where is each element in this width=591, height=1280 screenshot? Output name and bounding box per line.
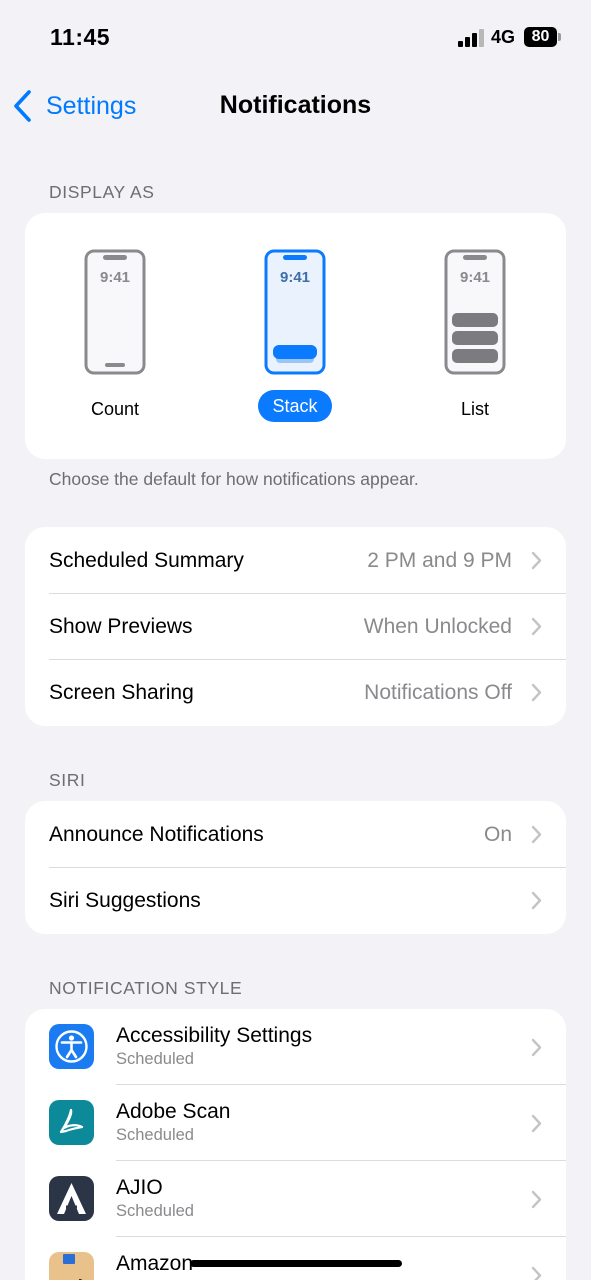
phone-count-icon: 9:41 <box>84 249 146 375</box>
network-type: 4G <box>491 27 516 47</box>
chevron-right-icon <box>531 825 542 844</box>
chevron-right-icon <box>531 1190 542 1209</box>
home-indicator[interactable] <box>190 1260 402 1267</box>
notification-style-header: NOTIFICATION STYLE <box>49 978 243 998</box>
general-settings-card: Scheduled Summary 2 PM and 9 PM Show Pre… <box>25 527 566 726</box>
announce-notifications-row[interactable]: Announce Notifications On <box>25 801 566 868</box>
chevron-right-icon <box>531 617 542 636</box>
ajio-icon <box>49 1176 94 1221</box>
app-subtitle: Scheduled <box>116 1202 194 1220</box>
row-label: Screen Sharing <box>49 681 194 704</box>
row-value: Notifications Off <box>364 681 512 704</box>
row-label: Siri Suggestions <box>49 889 201 912</box>
row-label: Show Previews <box>49 615 193 638</box>
row-value: When Unlocked <box>363 615 512 638</box>
status-time: 11:45 <box>50 24 111 50</box>
display-as-footer: Choose the default for how notifications… <box>49 469 419 489</box>
app-name: Amazon <box>116 1252 194 1275</box>
row-label: Announce Notifications <box>49 823 264 846</box>
app-name: Adobe Scan <box>116 1100 231 1123</box>
battery-cap <box>558 33 561 41</box>
display-as-card: 9:41 Count 9:41 Stack 9:41 List <box>25 213 566 459</box>
stack-clock: 9:41 <box>280 269 310 286</box>
adobe-scan-icon <box>49 1100 94 1145</box>
row-label: Scheduled Summary <box>49 549 244 572</box>
siri-card: Announce Notifications On Siri Suggestio… <box>25 801 566 934</box>
display-option-stack[interactable]: 9:41 Stack <box>245 249 345 422</box>
chevron-right-icon <box>531 683 542 702</box>
screen-sharing-row[interactable]: Screen Sharing Notifications Off <box>25 659 566 726</box>
app-subtitle: Scheduled <box>116 1050 194 1068</box>
list-clock: 9:41 <box>460 269 490 286</box>
app-name: Accessibility Settings <box>116 1024 313 1047</box>
amazon-icon <box>49 1252 94 1280</box>
phone-stack-icon: 9:41 <box>264 249 326 375</box>
display-option-list[interactable]: 9:41 List <box>425 249 525 425</box>
chevron-right-icon <box>531 1266 542 1280</box>
chevron-right-icon <box>531 551 542 570</box>
list-label: List <box>460 399 489 419</box>
app-row-amazon[interactable]: Amazon <box>25 1237 566 1280</box>
navigation-bar: Settings Notifications <box>0 76 591 136</box>
notification-style-card: Accessibility Settings Scheduled Adobe S… <box>25 1009 566 1280</box>
count-clock: 9:41 <box>100 269 130 286</box>
siri-header: SIRI <box>49 770 86 790</box>
battery-icon: 80 <box>524 27 557 47</box>
chevron-right-icon <box>531 891 542 910</box>
app-subtitle: Scheduled <box>116 1126 194 1144</box>
phone-list-icon: 9:41 <box>444 249 506 375</box>
siri-suggestions-row[interactable]: Siri Suggestions <box>25 867 566 934</box>
stack-label: Stack <box>258 390 332 422</box>
chevron-right-icon <box>531 1038 542 1057</box>
show-previews-row[interactable]: Show Previews When Unlocked <box>25 593 566 660</box>
accessibility-icon <box>49 1024 94 1069</box>
app-row-accessibility-settings[interactable]: Accessibility Settings Scheduled <box>25 1009 566 1085</box>
chevron-right-icon <box>531 1114 542 1133</box>
app-row-ajio[interactable]: AJIO Scheduled <box>25 1161 566 1237</box>
display-as-header: DISPLAY AS <box>49 182 155 202</box>
app-name: AJIO <box>116 1176 163 1199</box>
display-option-count[interactable]: 9:41 Count <box>65 249 165 425</box>
app-row-adobe-scan[interactable]: Adobe Scan Scheduled <box>25 1085 566 1161</box>
row-value: 2 PM and 9 PM <box>367 549 512 572</box>
page-title: Notifications <box>219 91 372 119</box>
count-label: Count <box>90 399 140 419</box>
cellular-signal-icon <box>458 29 484 47</box>
status-bar: 11:45 4G 80 <box>0 0 591 76</box>
row-value: On <box>483 823 512 846</box>
scheduled-summary-row[interactable]: Scheduled Summary 2 PM and 9 PM <box>25 527 566 594</box>
